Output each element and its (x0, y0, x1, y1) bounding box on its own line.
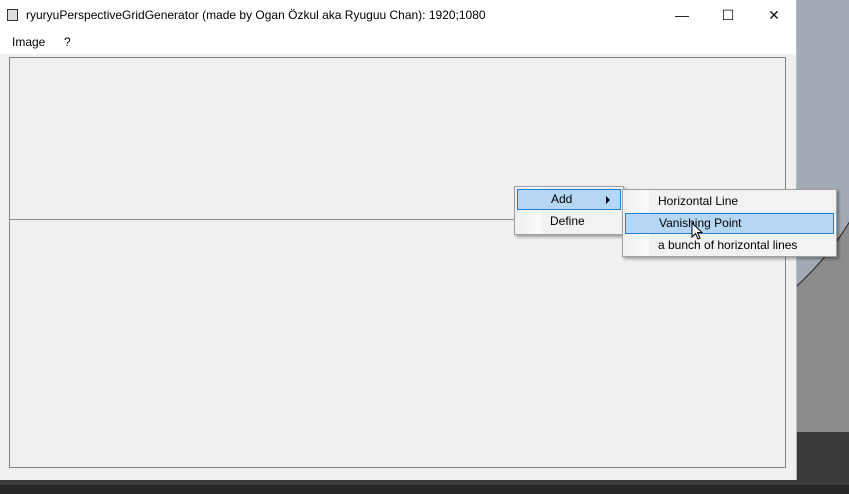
add-submenu: Horizontal Line Vanishing Point a bunch … (622, 189, 837, 257)
drawing-canvas[interactable] (9, 57, 786, 468)
menu-item-bunch-horizontal-lines[interactable]: a bunch of horizontal lines (625, 235, 834, 256)
context-menu: Add Define (514, 186, 624, 235)
maximize-button[interactable]: ☐ (705, 0, 751, 30)
menu-bar: Image ? (0, 30, 796, 54)
window-title: ryuryuPerspectiveGridGenerator (made by … (26, 8, 486, 22)
menu-item-label: Add (551, 192, 573, 206)
mouse-cursor-icon (691, 222, 704, 240)
menu-item-label: Define (550, 214, 585, 228)
menu-item-label: a bunch of horizontal lines (658, 238, 798, 252)
title-bar: ryuryuPerspectiveGridGenerator (made by … (0, 0, 796, 30)
menu-item-horizontal-line[interactable]: Horizontal Line (625, 191, 834, 212)
menu-help[interactable]: ? (64, 35, 71, 49)
background-shape (797, 0, 849, 350)
submenu-arrow-icon (606, 196, 610, 204)
taskbar-stripe (0, 485, 849, 494)
menu-item-label: Horizontal Line (658, 194, 739, 208)
minimize-button[interactable]: — (659, 0, 705, 30)
app-icon (7, 9, 18, 21)
horizontal-line[interactable] (10, 219, 516, 220)
menu-item-define[interactable]: Define (517, 211, 621, 232)
close-button[interactable]: ✕ (751, 0, 797, 30)
menu-image[interactable]: Image (12, 35, 45, 49)
menu-item-add[interactable]: Add (517, 189, 621, 210)
menu-item-vanishing-point[interactable]: Vanishing Point (625, 213, 834, 234)
